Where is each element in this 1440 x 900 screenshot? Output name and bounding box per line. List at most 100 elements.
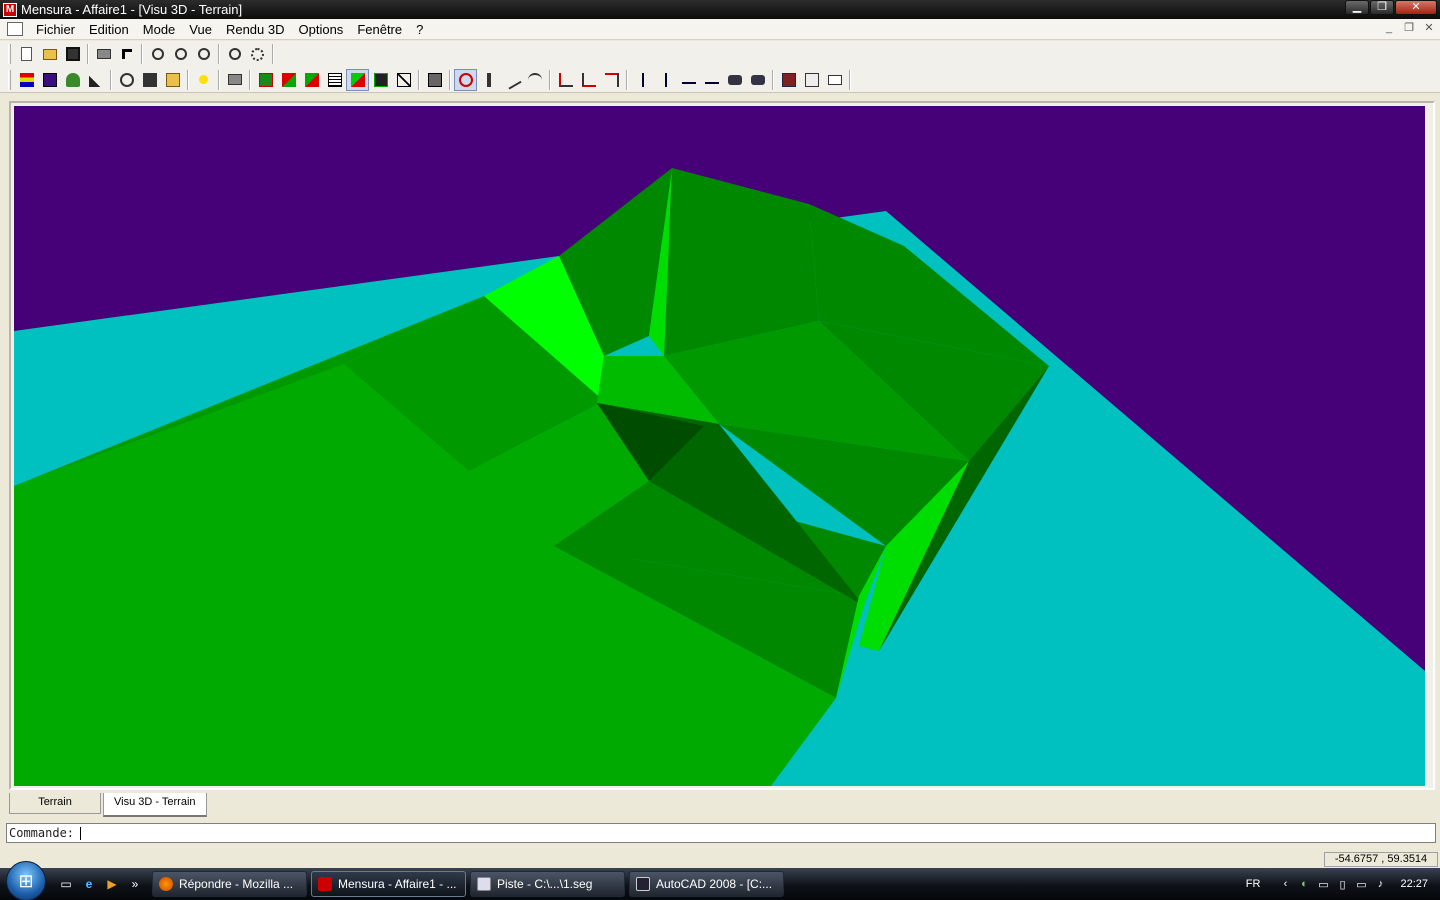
mesh-button[interactable] — [369, 69, 392, 91]
rotate-z-button[interactable] — [600, 69, 623, 91]
save-button[interactable] — [61, 43, 84, 65]
axis-2-button[interactable] — [654, 69, 677, 91]
zoom-extents-button[interactable] — [246, 43, 269, 65]
toolbar-grip[interactable] — [8, 69, 11, 90]
menu-vue[interactable]: Vue — [182, 22, 219, 37]
mdi-minimize-button[interactable]: _ — [1380, 21, 1398, 37]
tree-button[interactable] — [61, 69, 84, 91]
flat-icon — [304, 72, 319, 87]
zoom-in-button[interactable] — [146, 43, 169, 65]
tray-app-icon[interactable]: ◐ — [1296, 876, 1312, 892]
orbit-button[interactable] — [454, 68, 477, 91]
media-player-icon[interactable]: ▶ — [102, 875, 122, 893]
tray-monitor-icon[interactable]: ▭ — [1315, 876, 1331, 892]
internet-explorer-icon[interactable]: e — [79, 875, 99, 893]
viewport-3d[interactable] — [14, 106, 1425, 786]
orbit-icon — [458, 72, 473, 87]
cut-button[interactable] — [500, 69, 523, 91]
zoom-all-button[interactable] — [223, 43, 246, 65]
menu-rendu-3d[interactable]: Rendu 3D — [219, 22, 292, 37]
arrow-left-icon — [681, 76, 696, 84]
menu-fenetre[interactable]: Fenêtre — [350, 22, 409, 37]
new-icon — [21, 47, 32, 61]
windows-button[interactable] — [777, 69, 800, 91]
curve-button[interactable] — [523, 69, 546, 91]
rotate-x-button[interactable] — [554, 69, 577, 91]
menu-help[interactable]: ? — [409, 22, 430, 37]
windows-taskbar: ⊞ ▭ e ▶ » Répondre - Mozilla ... Mensura… — [0, 861, 1440, 900]
zoom-window-icon — [197, 48, 210, 60]
camera-2-button[interactable] — [746, 69, 769, 91]
rotate-y-button[interactable] — [577, 69, 600, 91]
flat-button[interactable] — [300, 69, 323, 91]
tab-visu-3d-terrain[interactable]: Visu 3D - Terrain — [103, 793, 207, 817]
snapshot-button[interactable] — [423, 69, 446, 91]
color-button[interactable] — [38, 69, 61, 91]
brush-button[interactable] — [84, 69, 107, 91]
print-button[interactable] — [92, 43, 115, 65]
menu-mode[interactable]: Mode — [136, 22, 183, 37]
zoom-out-button[interactable] — [169, 43, 192, 65]
grid-button[interactable] — [323, 69, 346, 91]
tab-terrain[interactable]: Terrain — [9, 793, 101, 814]
mdi-restore-button[interactable]: ❐ — [1400, 21, 1418, 37]
render-button[interactable] — [254, 69, 277, 91]
arrow-left-button[interactable] — [677, 69, 700, 91]
network-icon[interactable]: ▭ — [1353, 876, 1369, 892]
menu-options[interactable]: Options — [292, 22, 351, 37]
open-view-button[interactable] — [161, 69, 184, 91]
print-3d-icon — [227, 74, 242, 85]
autocad-icon — [636, 877, 650, 891]
document-icon[interactable] — [7, 22, 23, 36]
firefox-icon — [159, 877, 173, 891]
menu-edition[interactable]: Edition — [82, 22, 136, 37]
new-button[interactable] — [15, 43, 38, 65]
task-autocad[interactable]: AutoCAD 2008 - [C:... — [629, 871, 784, 897]
close-button[interactable]: ✕ — [1395, 0, 1437, 15]
mdi-close-button[interactable]: ✕ — [1420, 21, 1438, 37]
task-firefox[interactable]: Répondre - Mozilla ... — [152, 871, 307, 897]
task-piste[interactable]: Piste - C:\...\1.seg — [470, 871, 625, 897]
tray-device-icon[interactable]: ▯ — [1334, 876, 1350, 892]
walk-button[interactable] — [477, 69, 500, 91]
volume-icon[interactable]: ♪ — [1372, 876, 1388, 892]
restore-button[interactable]: ❐ — [1370, 0, 1394, 15]
terrain-render[interactable] — [14, 106, 1425, 786]
properties-button[interactable] — [800, 69, 823, 91]
show-desktop-icon[interactable]: ▭ — [56, 875, 76, 893]
task-mensura[interactable]: Mensura - Affaire1 - ... — [311, 871, 466, 897]
axis-button[interactable] — [631, 69, 654, 91]
minimize-button[interactable]: ▁ — [1345, 0, 1369, 15]
shade-icon — [281, 72, 296, 87]
toolbar-grip[interactable] — [8, 44, 11, 64]
render-icon — [258, 72, 273, 87]
clock[interactable]: 22:27 — [1400, 878, 1428, 890]
language-indicator[interactable]: FR — [1246, 878, 1261, 890]
comment-button[interactable] — [823, 69, 846, 91]
walk-icon — [486, 72, 491, 87]
help-pointer-button[interactable] — [115, 43, 138, 65]
print-3d-button[interactable] — [223, 69, 246, 91]
shade-button[interactable] — [277, 69, 300, 91]
save-view-button[interactable] — [138, 69, 161, 91]
layers-button[interactable] — [15, 69, 38, 91]
toolbar-separator — [249, 69, 251, 90]
zoom-window-button[interactable] — [192, 43, 215, 65]
help-pointer-icon — [121, 49, 132, 59]
coordinates-readout: -54.6757 , 59.3514 — [1324, 852, 1438, 867]
save-view-icon — [142, 72, 157, 87]
command-line[interactable]: Commande: — [6, 823, 1436, 843]
menu-fichier[interactable]: Fichier — [29, 22, 82, 37]
arrow-right-button[interactable] — [700, 69, 723, 91]
quicklaunch-overflow-icon[interactable]: » — [125, 875, 145, 893]
open-button[interactable] — [38, 43, 61, 65]
surface-button[interactable] — [346, 68, 369, 91]
globe-button[interactable] — [115, 69, 138, 91]
tray-expand-icon[interactable]: ‹ — [1277, 876, 1293, 892]
wire-button[interactable] — [392, 69, 415, 91]
start-button[interactable]: ⊞ — [6, 861, 46, 900]
surface-icon — [350, 72, 365, 87]
camera-button[interactable] — [723, 69, 746, 91]
light-button[interactable] — [192, 69, 215, 91]
camera-2-icon — [750, 74, 765, 85]
